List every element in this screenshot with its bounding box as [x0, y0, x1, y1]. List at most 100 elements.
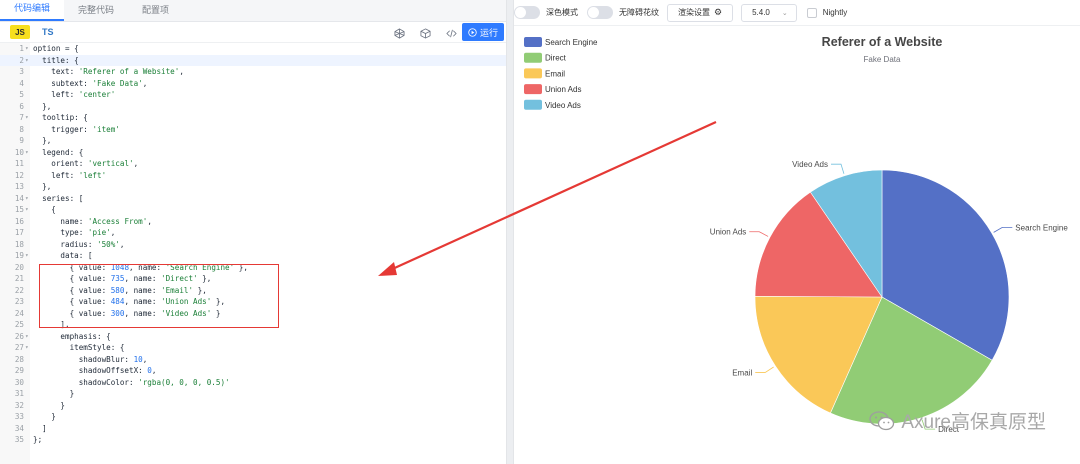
lang-ts-button[interactable]: TS	[42, 27, 54, 37]
code-text: data: [	[33, 251, 93, 260]
run-button[interactable]: 运行	[462, 23, 504, 41]
nightly-checkbox[interactable]	[806, 7, 817, 18]
pane-divider[interactable]	[506, 0, 514, 464]
cube-icon[interactable]	[418, 26, 432, 40]
label-line	[830, 163, 845, 174]
code-text: };	[33, 435, 43, 444]
legend-swatch[interactable]	[524, 99, 542, 110]
code-line: 16 name: 'Access From',	[0, 216, 506, 228]
code-text: series: [	[33, 193, 84, 203]
line-number: 12	[14, 170, 24, 180]
tab-config[interactable]: 配置项	[128, 0, 183, 21]
code-line: 30 shadowColor: 'rgba(0, 0, 0, 0.5)'	[0, 377, 506, 389]
line-number: 16	[14, 216, 24, 226]
legend-label[interactable]: Union Ads	[545, 85, 581, 94]
fold-icon[interactable]: ▾	[25, 147, 29, 159]
tab-full-code[interactable]: 完整代码	[64, 0, 128, 21]
lang-js-button[interactable]: JS	[10, 25, 30, 39]
code-text: radius: '50%',	[33, 239, 125, 249]
legend-label[interactable]: Email	[545, 69, 565, 78]
slice-label: Email	[732, 368, 752, 377]
dark-mode-switch[interactable]	[514, 6, 540, 19]
legend-label[interactable]: Direct	[545, 54, 567, 63]
line-number: 25	[14, 320, 24, 329]
fold-icon[interactable]: ▾	[25, 193, 29, 205]
code-line: 15 ▾ {	[0, 204, 506, 216]
code-text: legend: {	[33, 147, 84, 157]
code-text: name: 'Access From',	[33, 216, 152, 226]
pie-slices	[754, 169, 1010, 425]
line-number: 27	[14, 343, 24, 352]
fold-icon[interactable]: ▾	[25, 342, 29, 354]
code-editor-pane: 代码编辑 完整代码 配置项 JS TS 运行 1 ▾ option = {2 ▾ ti…	[0, 0, 506, 464]
code-text: shadowOffsetX: 0,	[33, 366, 157, 375]
line-number: 19	[14, 251, 24, 260]
slice-label: Search Engine	[1015, 223, 1068, 232]
line-number: 30	[14, 377, 24, 387]
line-number: 28	[14, 354, 24, 364]
legend-swatch[interactable]	[524, 37, 542, 47]
line-number: 4	[19, 78, 24, 88]
code-text: text: 'Referer of a Website',	[33, 67, 184, 76]
editor-toolbar: JS TS 运行	[0, 22, 506, 43]
legend-swatch[interactable]	[524, 52, 542, 63]
fold-icon[interactable]: ▾	[25, 55, 29, 67]
code-text: option = {	[33, 44, 79, 53]
code-line: 11 orient: 'vertical',	[0, 158, 506, 170]
legend-swatch[interactable]	[524, 84, 542, 95]
line-number: 18	[14, 239, 24, 249]
legend-swatch[interactable]	[524, 68, 542, 79]
code-text: itemStyle: {	[33, 343, 125, 352]
code-text: emphasis: {	[33, 331, 111, 341]
label-line	[755, 366, 774, 373]
fold-icon[interactable]: ▾	[25, 250, 29, 262]
chart-title: Referer of a Website	[822, 35, 943, 49]
line-number: 7	[19, 113, 24, 122]
version-select[interactable]: 5.4.0 ⌄	[741, 3, 797, 22]
line-number: 6	[19, 101, 24, 111]
wechat-icon	[869, 410, 895, 430]
render-settings-button[interactable]: 渲染设置 ⚙	[667, 3, 734, 22]
chevron-down-icon: ⌄	[781, 9, 788, 17]
code-text: shadowBlur: 10,	[33, 354, 148, 364]
code-line: 9 },	[0, 135, 506, 147]
line-number: 21	[14, 274, 24, 283]
fold-icon[interactable]: ▾	[25, 204, 29, 216]
line-number: 35	[14, 435, 24, 444]
code-text: ]	[33, 423, 47, 433]
legend-label[interactable]: Search Engine	[545, 38, 598, 47]
codepen-icon[interactable]	[392, 26, 406, 40]
line-number: 10	[14, 147, 24, 157]
code-text: },	[33, 136, 52, 145]
fold-icon[interactable]: ▾	[25, 331, 29, 343]
code-line: 29 shadowOffsetX: 0,	[0, 365, 506, 377]
line-number: 24	[14, 308, 24, 318]
code-line: 13 },	[0, 181, 506, 193]
line-number: 13	[14, 182, 24, 191]
fold-icon[interactable]: ▾	[25, 112, 29, 124]
chart-legend: Search Engine Direct Email Union Ads Video A…	[524, 37, 598, 110]
code-text: type: 'pie',	[33, 228, 116, 237]
line-number: 15	[14, 205, 24, 214]
code-area[interactable]: 1 ▾ option = {2 ▾ title: {3 text: 'Referer …	[0, 43, 506, 464]
slice-label: Union Ads	[710, 228, 746, 237]
tab-code-edit[interactable]: 代码编辑	[0, 0, 65, 21]
highlight-box	[39, 264, 279, 328]
code-line: 34 ]	[0, 423, 506, 435]
legend-label[interactable]: Video Ads	[545, 101, 581, 110]
line-number: 11	[14, 159, 24, 168]
render-settings-label: 渲染设置	[678, 8, 710, 17]
pie-chart: Referer of a Website Fake Data Search En…	[524, 35, 1068, 434]
code-text: tooltip: {	[33, 113, 88, 122]
code-line: 2 ▾ title: {	[0, 54, 506, 67]
fold-icon[interactable]: ▾	[25, 43, 29, 55]
preview-pane: 深色模式 无障碍花纹 渲染设置 ⚙ 5.4.0 ⌄ Nightly Refere…	[378, 0, 1080, 464]
line-number: 20	[14, 262, 24, 272]
code-line: 35};	[0, 434, 506, 446]
dark-mode-label: 深色模式	[546, 8, 578, 17]
code-line: 33 }	[0, 411, 506, 423]
code-line: 26 ▾ emphasis: {	[0, 331, 506, 343]
code-icon[interactable]	[444, 26, 458, 40]
accessible-switch[interactable]	[587, 6, 613, 19]
code-text: },	[33, 101, 52, 111]
